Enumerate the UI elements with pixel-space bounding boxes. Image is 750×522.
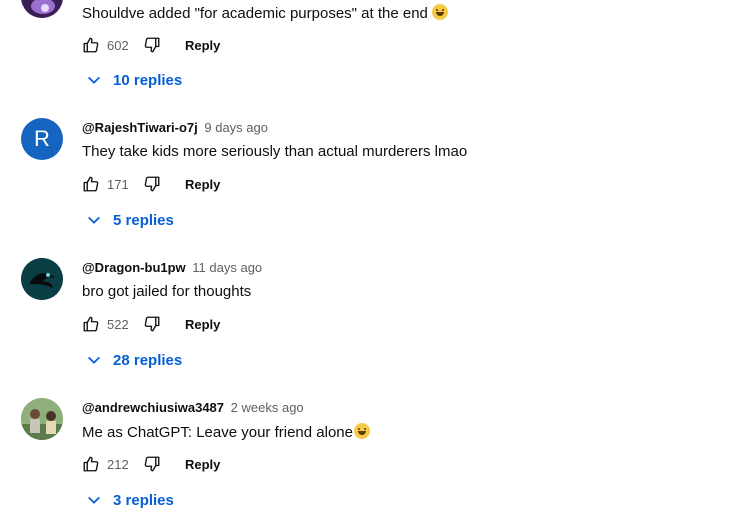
replies-count-label: 10 replies [113, 71, 183, 89]
comment-actions: 522 Reply [82, 313, 220, 335]
like-count: 602 [107, 37, 129, 53]
author-name[interactable]: @Dragon-bu1pw [82, 260, 186, 275]
chevron-down-icon [86, 492, 102, 508]
chevron-down-icon [86, 72, 102, 88]
like-count: 171 [107, 176, 129, 192]
reply-button[interactable]: Reply [185, 317, 220, 332]
replies-count-label: 3 replies [113, 491, 174, 509]
like-icon[interactable] [82, 455, 100, 473]
avatar-letter: R [34, 126, 50, 151]
comment-time[interactable]: 2 weeks ago [231, 400, 304, 415]
chevron-down-icon [86, 212, 102, 228]
comment-actions: 171 Reply [82, 173, 220, 195]
like-count: 212 [107, 456, 129, 472]
avatar[interactable]: R [21, 118, 63, 160]
replies-count-label: 28 replies [113, 351, 183, 369]
like-count: 522 [107, 316, 129, 332]
comment-actions: 212 Reply [82, 453, 220, 475]
view-replies-button[interactable]: 28 replies [86, 349, 182, 371]
view-replies-button[interactable]: 10 replies [86, 69, 182, 91]
comment-text: Me as ChatGPT: Leave your friend alone [82, 423, 370, 441]
comment-text: Shouldve added "for academic purposes" a… [82, 4, 448, 22]
reply-button[interactable]: Reply [185, 457, 220, 472]
like-icon[interactable] [82, 175, 100, 193]
comment-time[interactable]: 9 days ago [204, 120, 268, 135]
author-name[interactable]: @andrewchiusiwa3487 [82, 400, 224, 415]
like-icon[interactable] [82, 36, 100, 54]
avatar[interactable] [21, 398, 63, 440]
grimacing-emoji [353, 423, 370, 439]
comment-text: They take kids more seriously than actua… [82, 143, 468, 160]
comment-time[interactable]: 11 days ago [192, 260, 262, 275]
comment-actions: 602 Reply [82, 34, 220, 56]
comment-text: bro got jailed for thoughts [82, 283, 252, 300]
reply-button[interactable]: Reply [185, 177, 220, 192]
avatar-image [21, 0, 63, 18]
avatar[interactable] [21, 0, 63, 18]
view-replies-button[interactable]: 3 replies [86, 489, 174, 511]
avatar-image [21, 398, 63, 440]
comment-header: @andrewchiusiwa3487 2 weeks ago [82, 400, 304, 415]
reply-button[interactable]: Reply [185, 38, 220, 53]
laughing-emoji [431, 4, 448, 20]
avatar[interactable] [21, 258, 63, 300]
replies-count-label: 5 replies [113, 211, 174, 229]
dislike-icon[interactable] [143, 455, 161, 473]
dislike-icon[interactable] [143, 175, 161, 193]
view-replies-button[interactable]: 5 replies [86, 209, 174, 231]
author-name[interactable]: @RajeshTiwari-o7j [82, 120, 198, 135]
avatar-image [21, 258, 63, 300]
dislike-icon[interactable] [143, 315, 161, 333]
chevron-down-icon [86, 352, 102, 368]
dislike-icon[interactable] [143, 36, 161, 54]
comment-header: @Dragon-bu1pw 11 days ago [82, 260, 262, 275]
like-icon[interactable] [82, 315, 100, 333]
comment-header: @RajeshTiwari-o7j 9 days ago [82, 120, 268, 135]
